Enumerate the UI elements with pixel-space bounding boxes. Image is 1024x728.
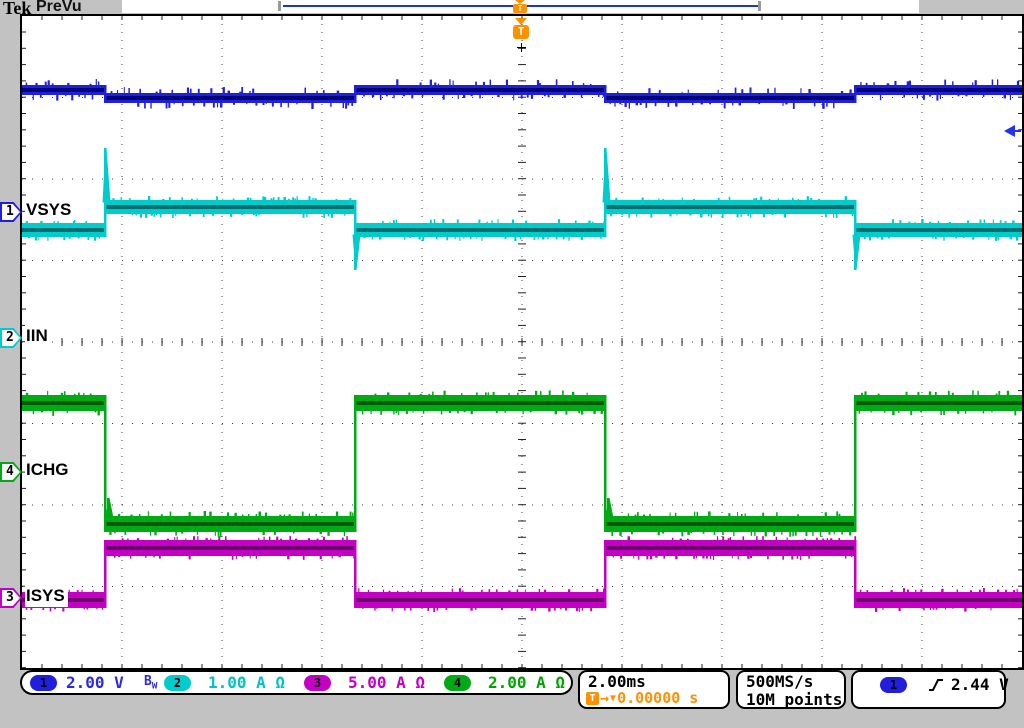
- channel-3-ground-marker[interactable]: 3: [0, 588, 22, 608]
- channel-1-scale: 2.00 V: [66, 673, 124, 692]
- trigger-t-icon: T: [513, 25, 529, 39]
- trigger-position-marker-icon[interactable]: T: [511, 18, 531, 39]
- channel-label-vsys: VSYS: [25, 199, 74, 221]
- arrow-right-icon: →: [600, 691, 609, 706]
- trigger-level-readout: 2.44 V: [951, 675, 1009, 694]
- acquisition-box[interactable]: 500MS/s 10M points: [736, 670, 846, 709]
- channel-readouts-bar[interactable]: 1 2.00 V BW 2 1.00 A Ω 3 5.00 A Ω 4 2.00…: [20, 670, 573, 695]
- channel-label-iin: IIN: [25, 325, 51, 347]
- horizontal-scale-box[interactable]: 2.00ms T→▼0.00000 s: [578, 670, 730, 709]
- trigger-readout-box[interactable]: 1 2.44 V: [851, 670, 1006, 709]
- bw-limit-icon: BW: [144, 673, 157, 696]
- record-trigger-position-icon[interactable]: T: [512, 0, 528, 13]
- channel-3-scale: 5.00 A Ω: [348, 673, 425, 692]
- record-trigger-t-icon: T: [513, 4, 527, 13]
- position-marker-icon: ▼: [610, 691, 616, 706]
- sample-rate-readout: 500MS/s: [746, 673, 844, 690]
- record-view-bar: T: [122, 0, 919, 13]
- timebase-readout: 2.00ms: [588, 673, 728, 690]
- edge-slope-icon: [927, 677, 945, 693]
- channel-2-ground-marker[interactable]: 2: [0, 328, 22, 348]
- trigger-source-badge: 1: [880, 677, 907, 693]
- channel-1-badge: 1: [30, 675, 57, 691]
- trigger-level-arrow-icon[interactable]: [1003, 123, 1021, 139]
- horizontal-position-readout: T→▼0.00000 s: [586, 691, 698, 706]
- channel-4-badge: 4: [444, 675, 471, 691]
- channel-1-ground-marker[interactable]: 1: [0, 202, 22, 222]
- waveforms: [22, 16, 1022, 668]
- trigger-cross-icon: [521, 43, 522, 52]
- record-window-bracket-left: [278, 1, 281, 11]
- channel-4-scale: 2.00 A Ω: [488, 673, 565, 692]
- record-length-readout: 10M points: [746, 691, 844, 708]
- channel-label-isys: ISYS: [25, 585, 68, 607]
- trigger-arrow-icon: [515, 18, 527, 25]
- graticule: VSYS IIN ICHG ISYS T: [20, 14, 1024, 670]
- record-window-bracket-right: [758, 1, 761, 11]
- trigger-t-mini-icon: T: [586, 692, 599, 705]
- channel-4-ground-marker[interactable]: 4: [0, 462, 22, 482]
- oscilloscope-screen: Tek PreVu T VSYS IIN ICHG ISYS T 1 2: [0, 0, 1024, 728]
- channel-label-ichg: ICHG: [25, 459, 72, 481]
- channel-3-badge: 3: [304, 675, 331, 691]
- channel-2-badge: 2: [164, 675, 191, 691]
- channel-2-scale: 1.00 A Ω: [208, 673, 285, 692]
